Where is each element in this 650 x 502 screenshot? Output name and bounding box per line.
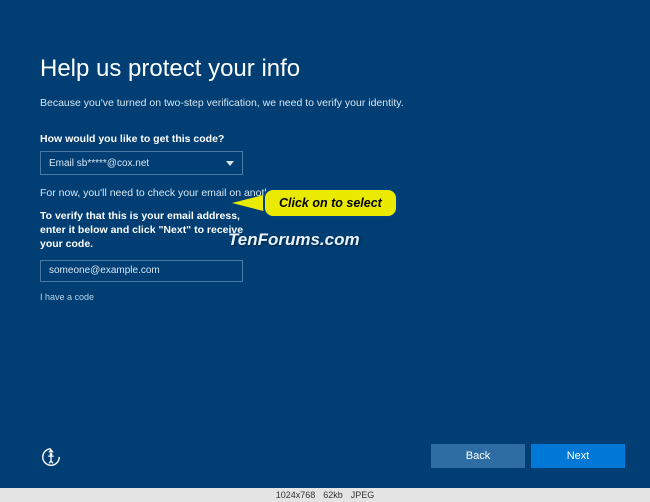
meta-size: 62kb: [323, 490, 343, 500]
meta-dimensions: 1024x768: [276, 490, 316, 500]
nav-button-row: Back Next: [431, 444, 625, 468]
annotation-callout: Click on to select: [232, 188, 398, 218]
next-button[interactable]: Next: [531, 444, 625, 468]
ease-of-access-button[interactable]: [40, 446, 62, 468]
email-field[interactable]: someone@example.com: [40, 260, 243, 282]
have-code-link[interactable]: I have a code: [40, 292, 610, 302]
back-button[interactable]: Back: [431, 444, 525, 468]
code-method-label: How would you like to get this code?: [40, 133, 610, 145]
page-subtitle: Because you've turned on two-step verifi…: [40, 97, 610, 109]
oobe-screen: Help us protect your info Because you've…: [0, 0, 650, 488]
page-title: Help us protect your info: [40, 55, 610, 83]
dropdown-selected-value: Email sb*****@cox.net: [49, 158, 149, 169]
verification-method-dropdown[interactable]: Email sb*****@cox.net: [40, 151, 243, 175]
meta-format: JPEG: [351, 490, 375, 500]
email-placeholder: someone@example.com: [49, 265, 160, 276]
image-meta-footer: 1024x768 62kb JPEG: [0, 488, 650, 502]
watermark-text: TenForums.com: [228, 230, 360, 250]
chevron-down-icon: [226, 161, 234, 166]
verify-instruction: To verify that this is your email addres…: [40, 209, 250, 252]
ease-of-access-icon: [40, 446, 62, 468]
callout-arrow-icon: [232, 194, 267, 212]
callout-text: Click on to select: [263, 188, 398, 218]
